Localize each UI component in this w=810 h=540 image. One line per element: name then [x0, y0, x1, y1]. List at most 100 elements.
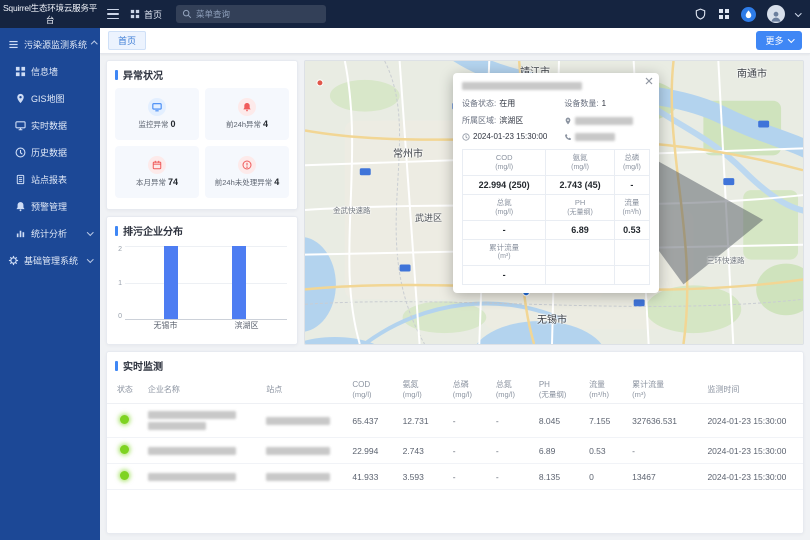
sidebar-item-label: GIS地图 — [31, 92, 65, 105]
chevron-down-icon — [87, 256, 93, 262]
water-drop-logo-icon[interactable] — [741, 7, 756, 22]
tile-value: 4 — [263, 119, 268, 129]
sidebar-item-label: 实时数据 — [31, 119, 67, 132]
user-menu-chevron-icon[interactable] — [795, 10, 801, 16]
shield-icon[interactable] — [694, 8, 707, 21]
sidebar-item-info-wall[interactable]: 信息墙 — [0, 58, 100, 85]
sidebar-item-pollution-monitor-system[interactable]: 污染源监测系统 — [0, 31, 100, 58]
more-button[interactable]: 更多 — [756, 31, 802, 50]
x-tick: 无锡市 — [125, 320, 206, 331]
sidebar-item-label: 信息墙 — [31, 65, 58, 78]
region-label: 所属区域: — [462, 115, 496, 126]
sidebar-item-statistics[interactable]: 统计分析 — [0, 220, 100, 247]
home-grid-icon — [130, 9, 140, 19]
col-header: 站点 — [266, 385, 342, 395]
close-icon[interactable] — [645, 77, 653, 85]
redacted-site-name — [266, 417, 330, 425]
redacted-site-name — [266, 447, 330, 455]
dashboard-content: 异常状况 监控异常0 前24h异常 — [100, 54, 810, 351]
sidebar-item-realtime-data[interactable]: 实时数据 — [0, 112, 100, 139]
breadcrumb[interactable]: 首页 — [130, 8, 162, 21]
sidebar-item-alert-management[interactable]: 预警管理 — [0, 193, 100, 220]
tile-label: 本月异常 — [136, 178, 166, 187]
sidebar-item-gis-map[interactable]: GIS地图 — [0, 85, 100, 112]
sidebar-item-label: 统计分析 — [31, 227, 67, 240]
tile-label: 监控异常 — [138, 120, 168, 129]
realtime-monitor-title: 实时监测 — [123, 358, 163, 373]
search-icon — [182, 9, 192, 19]
breadcrumb-home-label: 首页 — [144, 8, 162, 21]
redacted-station-name — [462, 82, 582, 90]
metric-unit: (mg/l) — [617, 163, 647, 172]
chart-title: 排污企业分布 — [123, 223, 183, 238]
sidebar-item-label: 预警管理 — [31, 200, 67, 213]
apps-grid-icon[interactable] — [718, 8, 730, 20]
redacted-company-name — [148, 473, 236, 481]
metric-name: 累计流量 — [465, 243, 543, 253]
title-accent-bar — [115, 226, 118, 236]
status-tiles: 监控异常0 前24h异常4 本月异常74 — [107, 86, 297, 206]
col-unit: (mg/l) — [496, 390, 529, 400]
map-label-city: 南通市 — [737, 65, 767, 80]
sidebar-item-base-management-system[interactable]: 基础管理系统 — [0, 247, 100, 274]
tile-value: 74 — [168, 177, 178, 187]
cell-ph: 6.89 — [534, 438, 584, 464]
tile-value: 4 — [274, 177, 279, 187]
monitor-icon — [148, 98, 166, 116]
table-row[interactable]: 22.994 2.743 - - 6.89 0.53 - 2024-01-23 … — [107, 438, 803, 464]
col-unit: (m³/h) — [589, 390, 622, 400]
map-label-city: 无锡市 — [537, 311, 567, 326]
table-row[interactable]: 41.933 3.593 - - 8.135 0 13467 2024-01-2… — [107, 464, 803, 490]
cell-total-flow: 13467 — [627, 464, 702, 490]
map[interactable]: 靖江市 南通市 常州市 无锡市 武进区 金武快速路 三环快速路 设备状态:在用 … — [304, 60, 804, 345]
col-unit: (mg/l) — [453, 390, 486, 400]
table-row[interactable]: 65.437 12.731 - - 8.045 7.155 327636.531… — [107, 404, 803, 438]
user-avatar[interactable] — [767, 5, 785, 23]
phone-icon — [564, 133, 572, 141]
card-title: 排污企业分布 — [107, 217, 297, 242]
abnormal-status-title: 异常状况 — [123, 67, 163, 82]
chart-bar — [164, 246, 178, 319]
title-accent-bar — [115, 70, 118, 80]
cell-tp: - — [448, 438, 491, 464]
chevron-up-icon — [91, 41, 97, 47]
metric-name: 总氮 — [465, 198, 543, 208]
metric-name: COD — [465, 153, 543, 163]
chart-bar — [232, 246, 246, 319]
abnormal-status-card: 异常状况 监控异常0 前24h异常 — [106, 60, 298, 210]
sidebar-item-site-report[interactable]: 站点报表 — [0, 166, 100, 193]
location-pin-icon — [564, 117, 572, 125]
metric-value: 2.743 (45) — [546, 175, 614, 194]
chart-plot-area — [125, 246, 287, 320]
bell-alert-icon — [238, 98, 256, 116]
main-area: 首页 更多 异常状况 — [100, 28, 810, 540]
card-title: 实时监测 — [107, 352, 803, 377]
metric-value: 6.89 — [546, 220, 614, 239]
app-root: Squirrel生态环境云服务平台 首页 — [0, 0, 810, 540]
sidebar-item-history-data[interactable]: 历史数据 — [0, 139, 100, 166]
search-input[interactable] — [196, 9, 320, 19]
region-value: 滨湖区 — [499, 115, 523, 126]
map-label-district: 武进区 — [415, 211, 442, 224]
tab-home[interactable]: 首页 — [108, 31, 146, 50]
menu-toggle-icon[interactable] — [100, 0, 126, 28]
topbar-actions — [694, 5, 810, 23]
col-header: 监测时间 — [707, 385, 798, 395]
cell-time: 2024-01-23 15:30:00 — [702, 464, 803, 490]
chart-x-axis: 无锡市 滨湖区 — [125, 320, 297, 331]
tile-label: 前24h未处理异常 — [215, 178, 273, 187]
card-title: 异常状况 — [107, 61, 297, 86]
cell-cod: 22.994 — [347, 438, 397, 464]
popup-metrics-table: COD(mg/l) 氨氮(mg/l) 总磷(mg/l) 22.994 (250)… — [462, 149, 650, 285]
sidebar-item-label: 基础管理系统 — [24, 254, 78, 267]
sidebar-item-label: 污染源监测系统 — [24, 38, 87, 51]
cell-tn: - — [491, 438, 534, 464]
bar-chart: 2 1 0 — [107, 242, 297, 320]
cell-flow: 7.155 — [584, 404, 627, 438]
device-count-value: 1 — [602, 99, 606, 108]
more-button-label: 更多 — [765, 34, 783, 47]
metric-name: 总磷 — [617, 153, 647, 163]
col-unit: (mg/l) — [403, 390, 443, 400]
cell-nh3n: 2.743 — [398, 438, 448, 464]
cell-ph: 8.045 — [534, 404, 584, 438]
